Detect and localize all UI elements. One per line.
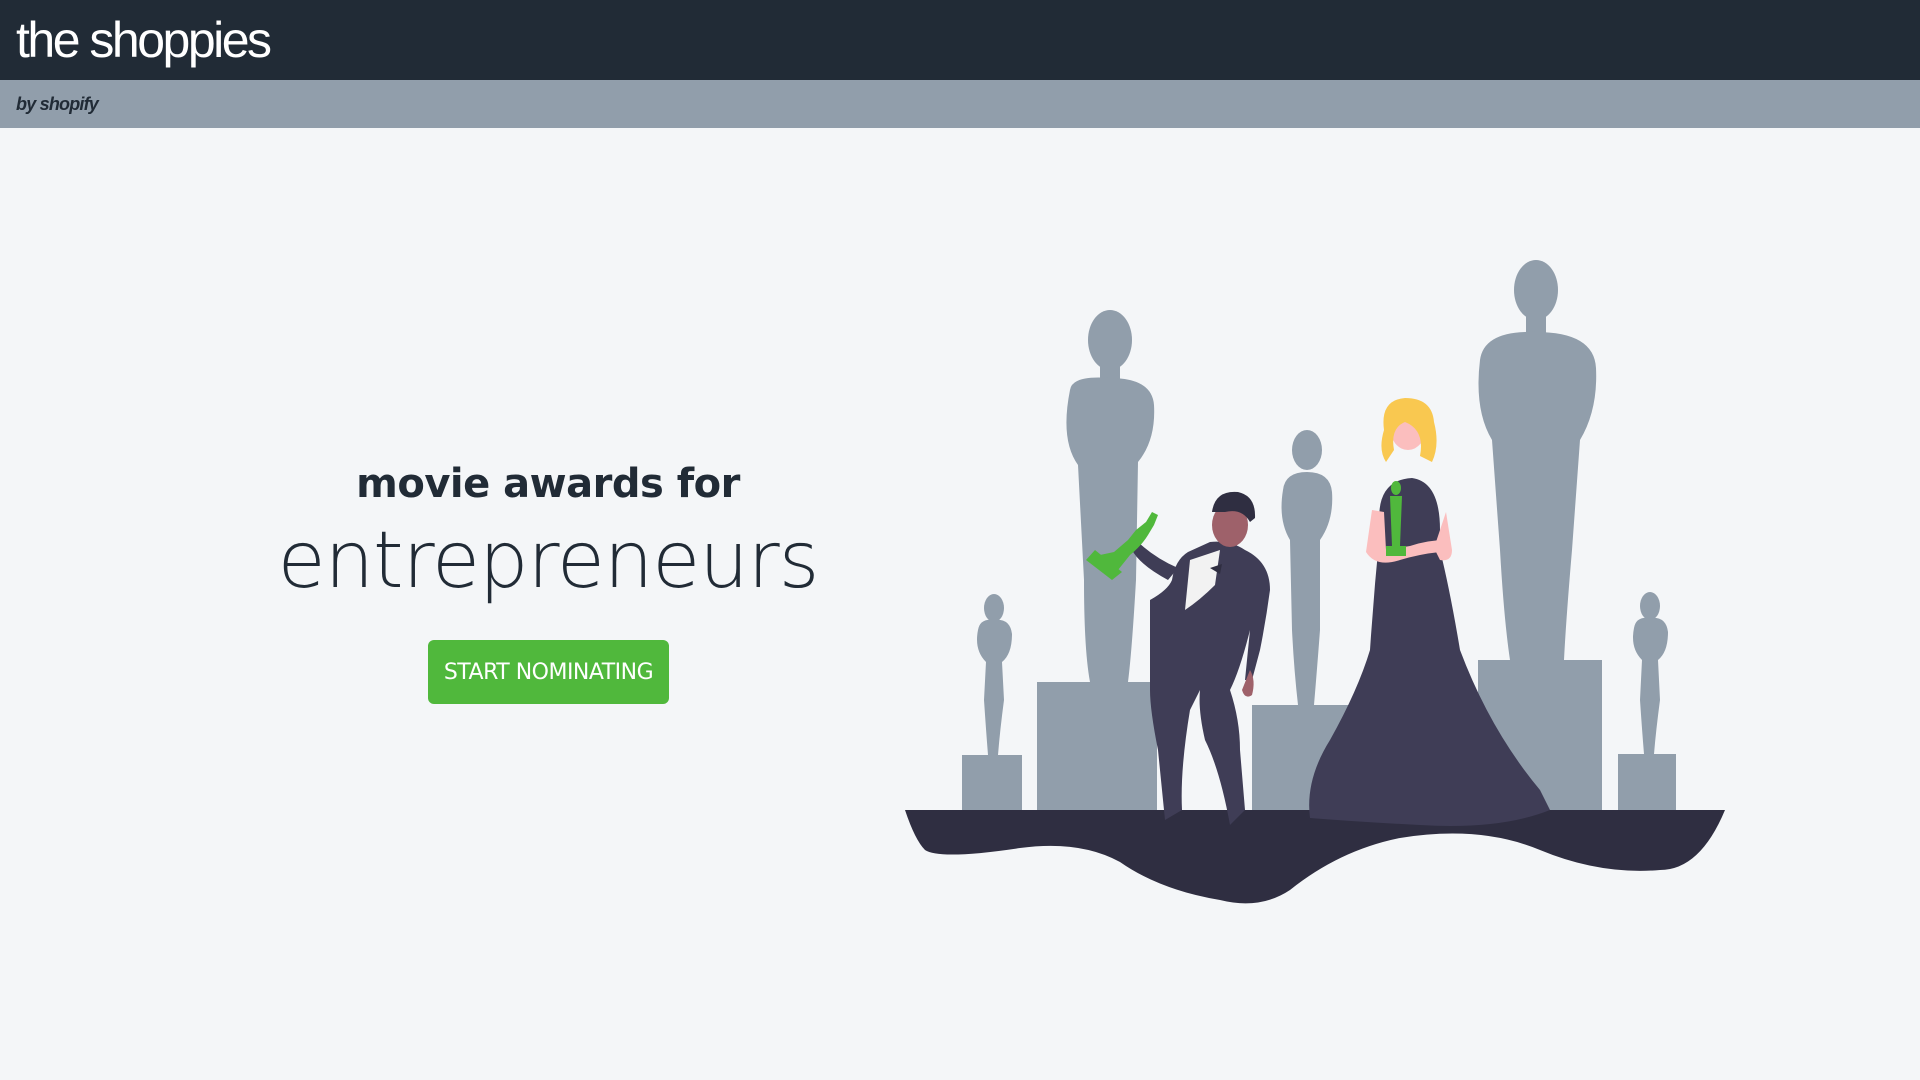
stage-floor (905, 810, 1725, 904)
byline: by shopify (16, 94, 99, 114)
statue-right-big (1478, 260, 1597, 660)
subheader-bar (0, 80, 1920, 128)
hero-headline: movie awards for entrepreneurs (248, 452, 848, 606)
pedestal-left-big (1037, 682, 1157, 810)
statue-right-small (1633, 592, 1668, 754)
headline-line-2: entrepreneurs (277, 516, 820, 606)
statue-center (1281, 430, 1333, 705)
header-bar (0, 0, 1920, 80)
pedestal-left-small (962, 755, 1022, 810)
pedestal-right-small (1618, 754, 1676, 810)
award-ceremony-illustration (905, 260, 1725, 904)
brand-logo[interactable]: the shoppies (16, 12, 272, 68)
start-nominating-button[interactable]: START NOMINATING (428, 640, 669, 704)
statue-left-big (1066, 310, 1155, 682)
statue-left-small (977, 594, 1012, 755)
headline-line-1: movie awards for (356, 461, 740, 507)
